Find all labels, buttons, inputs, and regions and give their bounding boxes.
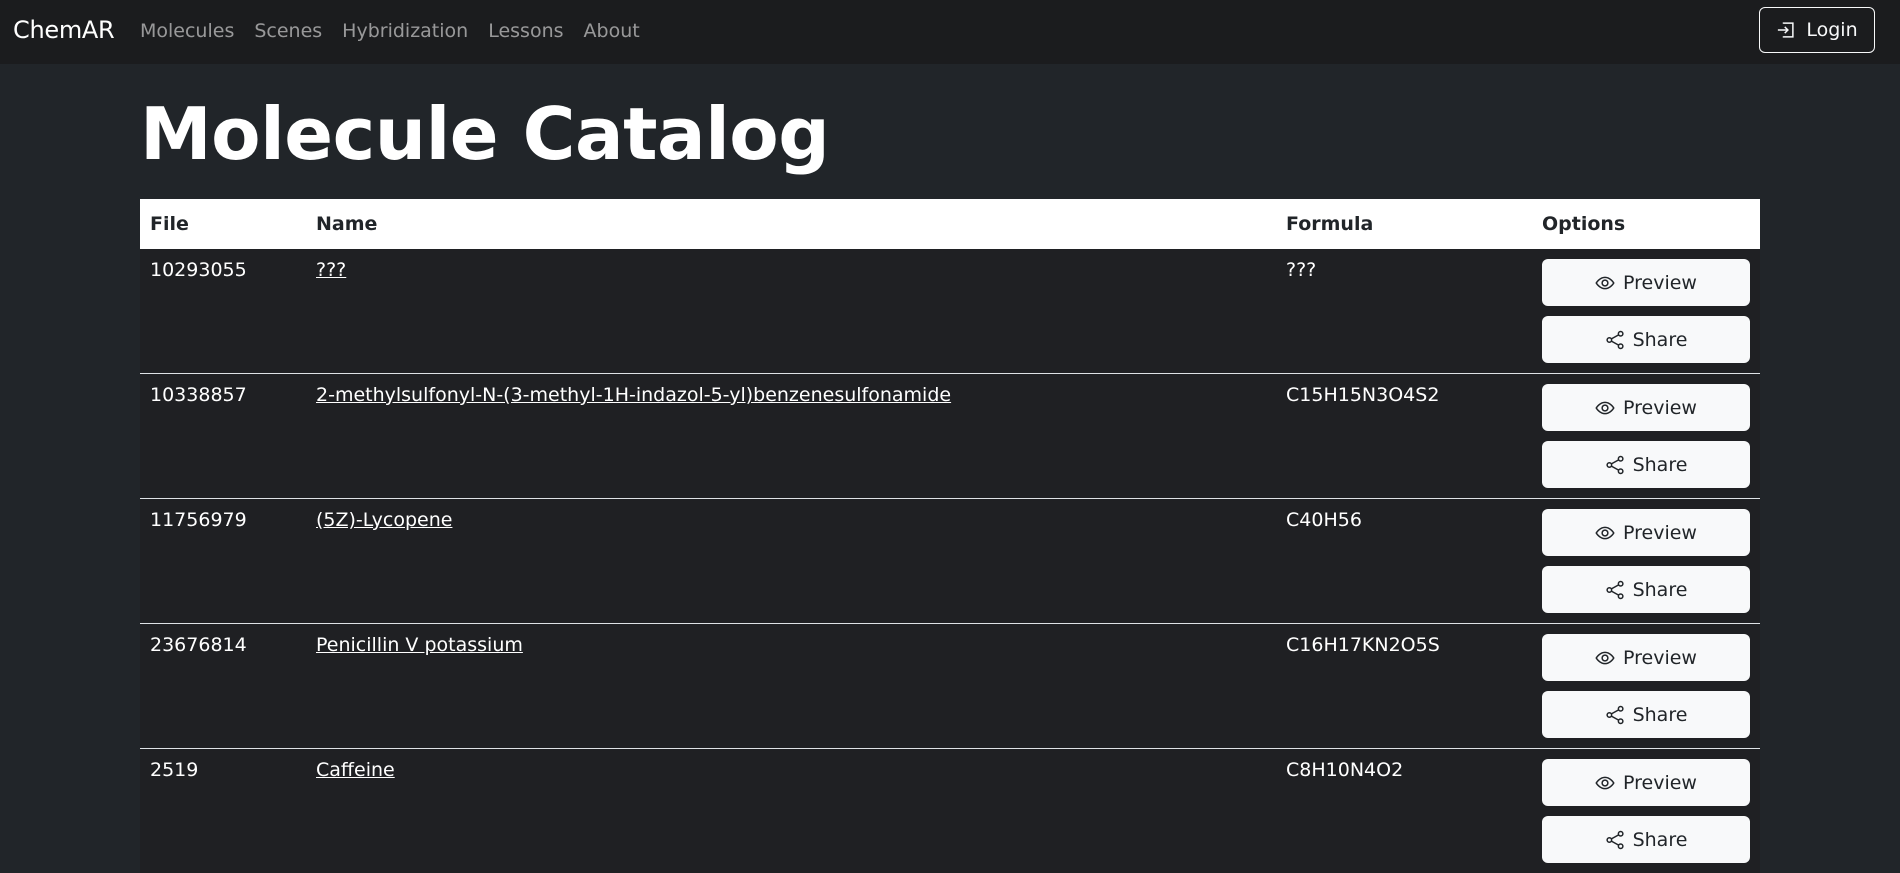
- molecule-name-link[interactable]: ???: [316, 259, 346, 281]
- preview-label: Preview: [1623, 647, 1697, 669]
- preview-label: Preview: [1623, 522, 1697, 544]
- header-formula: Formula: [1276, 199, 1532, 249]
- cell-file: 11756979: [140, 499, 306, 624]
- eye-icon: [1595, 273, 1615, 293]
- share-button[interactable]: Share: [1542, 316, 1750, 363]
- cell-file: 10338857: [140, 374, 306, 499]
- table-row: 23676814 Penicillin V potassium C16H17KN2O…: [140, 624, 1760, 749]
- table-header-row: File Name Formula Options: [140, 199, 1760, 249]
- preview-button[interactable]: Preview: [1542, 509, 1750, 556]
- share-label: Share: [1633, 579, 1688, 601]
- nav-link-about[interactable]: About: [584, 20, 640, 42]
- table-row: 2519 Caffeine C8H10N4O2 Preview Share: [140, 749, 1760, 873]
- preview-button[interactable]: Preview: [1542, 384, 1750, 431]
- share-button[interactable]: Share: [1542, 441, 1750, 488]
- share-icon: [1605, 455, 1625, 475]
- preview-label: Preview: [1623, 272, 1697, 294]
- table-row: 11756979 (5Z)-Lycopene C40H56 Preview Share: [140, 499, 1760, 624]
- cell-name: Penicillin V potassium: [306, 624, 1276, 749]
- cell-options: Preview Share: [1532, 749, 1760, 873]
- nav-link-lessons[interactable]: Lessons: [488, 20, 563, 42]
- share-button[interactable]: Share: [1542, 691, 1750, 738]
- preview-label: Preview: [1623, 397, 1697, 419]
- cell-name: (5Z)-Lycopene: [306, 499, 1276, 624]
- cell-formula: C8H10N4O2: [1276, 749, 1532, 873]
- share-label: Share: [1633, 704, 1688, 726]
- molecule-name-link[interactable]: 2-methylsulfonyl-N-(3-methyl-1H-indazol-…: [316, 384, 951, 406]
- share-label: Share: [1633, 329, 1688, 351]
- brand-logo[interactable]: ChemAR: [13, 16, 114, 44]
- molecule-name-link[interactable]: (5Z)-Lycopene: [316, 509, 452, 531]
- preview-button[interactable]: Preview: [1542, 759, 1750, 806]
- page-title: Molecule Catalog: [140, 98, 829, 170]
- cell-formula: C16H17KN2O5S: [1276, 624, 1532, 749]
- table-row: 10293055?????? Preview Share: [140, 249, 1760, 374]
- cell-formula: C15H15N3O4S2: [1276, 374, 1532, 499]
- cell-file: 10293055: [140, 249, 306, 374]
- preview-button[interactable]: Preview: [1542, 259, 1750, 306]
- header-options: Options: [1532, 199, 1760, 249]
- cell-options: Preview Share: [1532, 499, 1760, 624]
- cell-options: Preview Share: [1532, 249, 1760, 374]
- cell-file: 2519: [140, 749, 306, 873]
- share-label: Share: [1633, 829, 1688, 851]
- share-icon: [1605, 330, 1625, 350]
- molecule-table: File Name Formula Options 10293055??????…: [140, 199, 1760, 873]
- eye-icon: [1595, 773, 1615, 793]
- cell-options: Preview Share: [1532, 624, 1760, 749]
- molecule-name-link[interactable]: Penicillin V potassium: [316, 634, 523, 656]
- eye-icon: [1595, 523, 1615, 543]
- cell-options: Preview Share: [1532, 374, 1760, 499]
- preview-label: Preview: [1623, 772, 1697, 794]
- eye-icon: [1595, 398, 1615, 418]
- molecule-table-container: File Name Formula Options 10293055??????…: [140, 199, 1760, 873]
- share-icon: [1605, 830, 1625, 850]
- login-icon: [1776, 20, 1796, 40]
- nav-link-scenes[interactable]: Scenes: [254, 20, 322, 42]
- login-label: Login: [1806, 19, 1857, 41]
- molecule-name-link[interactable]: Caffeine: [316, 759, 395, 781]
- cell-name: ???: [306, 249, 1276, 374]
- nav-link-molecules[interactable]: Molecules: [140, 20, 234, 42]
- cell-formula: ???: [1276, 249, 1532, 374]
- cell-name: 2-methylsulfonyl-N-(3-methyl-1H-indazol-…: [306, 374, 1276, 499]
- cell-file: 23676814: [140, 624, 306, 749]
- navbar: ChemAR Molecules Scenes Hybridization Le…: [0, 0, 1900, 64]
- login-button[interactable]: Login: [1759, 7, 1875, 53]
- nav-links: Molecules Scenes Hybridization Lessons A…: [140, 20, 660, 42]
- preview-button[interactable]: Preview: [1542, 634, 1750, 681]
- share-label: Share: [1633, 454, 1688, 476]
- eye-icon: [1595, 648, 1615, 668]
- header-file: File: [140, 199, 306, 249]
- table-row: 10338857 2-methylsulfonyl-N-(3-methyl-1H-…: [140, 374, 1760, 499]
- share-button[interactable]: Share: [1542, 566, 1750, 613]
- share-icon: [1605, 705, 1625, 725]
- nav-link-hybridization[interactable]: Hybridization: [342, 20, 468, 42]
- share-icon: [1605, 580, 1625, 600]
- cell-formula: C40H56: [1276, 499, 1532, 624]
- header-name: Name: [306, 199, 1276, 249]
- cell-name: Caffeine: [306, 749, 1276, 873]
